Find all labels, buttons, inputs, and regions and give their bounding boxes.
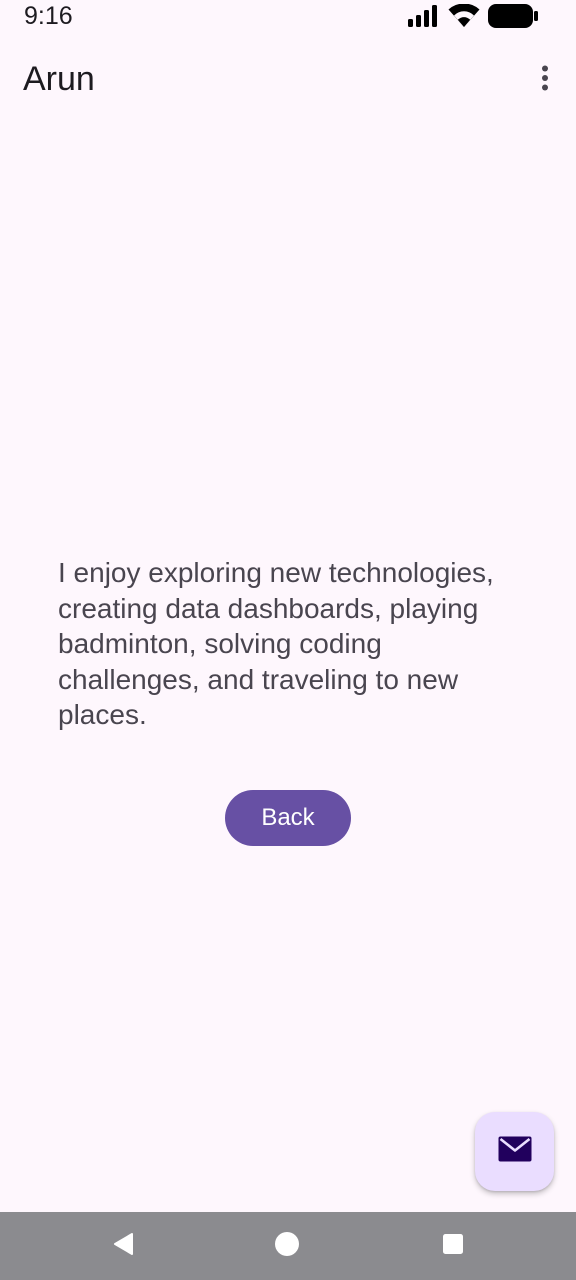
overflow-menu-button[interactable] bbox=[528, 58, 562, 102]
status-bar: 9:16 bbox=[0, 0, 576, 36]
recents-icon bbox=[442, 1233, 464, 1260]
status-icons bbox=[408, 2, 538, 33]
back-button-label: Back bbox=[261, 804, 315, 831]
back-button[interactable]: Back bbox=[225, 790, 351, 846]
system-navigation-bar bbox=[0, 1212, 576, 1280]
more-vert-icon bbox=[541, 65, 549, 96]
nav-recents-button[interactable] bbox=[423, 1212, 483, 1280]
signal-icon bbox=[408, 4, 440, 32]
app-title: Arun bbox=[23, 60, 95, 98]
back-icon bbox=[112, 1232, 134, 1261]
hobbies-text: I enjoy exploring new technologies, crea… bbox=[58, 557, 494, 731]
wifi-icon bbox=[448, 2, 480, 33]
status-time: 9:16 bbox=[24, 2, 73, 30]
home-icon bbox=[274, 1231, 300, 1262]
top-app-bar: Arun bbox=[0, 46, 576, 116]
nav-home-button[interactable] bbox=[257, 1212, 317, 1280]
nav-back-button[interactable] bbox=[93, 1212, 153, 1280]
email-fab[interactable] bbox=[475, 1112, 554, 1191]
mail-icon bbox=[497, 1135, 533, 1168]
battery-icon bbox=[488, 3, 538, 33]
